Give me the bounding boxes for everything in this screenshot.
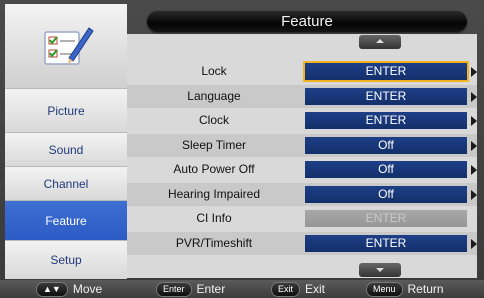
sidebar-item-label: Picture [47,104,85,118]
feature-row[interactable]: Auto Power Off Off [127,158,477,181]
chevron-right-icon [471,67,477,77]
feature-row-label: Sleep Timer [181,137,247,152]
feature-panel: Lock ENTER Language ENTER Clock ENTER Sleep Ti… [127,34,477,278]
exit-key-icon: Exit [271,281,301,297]
hint-enter: Enter Enter [156,281,225,297]
feature-row-label: Lock [201,64,227,78]
feature-row-value: ENTER [305,210,467,227]
menu-title-bar: Feature [147,11,467,32]
feature-row-label: Auto Power Off [173,162,255,176]
chevron-right-icon [471,238,477,249]
feature-row[interactable]: Lock ENTER [127,60,477,83]
feature-row-label: Hearing Impaired [167,186,261,201]
feature-row-value[interactable]: ENTER [305,63,467,80]
feature-row-label: Language [187,88,241,103]
feature-row-value[interactable]: ENTER [305,234,467,252]
feature-row[interactable]: Clock ENTER [127,109,477,132]
tv-menu-screen: Feature Picture Sound Channel Feature Setup … [0,0,484,298]
chevron-right-icon [471,140,477,151]
feature-row-value[interactable]: Off [305,185,467,203]
hint-move-label: Move [72,282,103,296]
feature-row[interactable]: CI Info ENTER [127,207,477,230]
feature-row-value[interactable]: ENTER [305,87,467,105]
feature-row-label: PVR/Timeshift [175,235,253,250]
scroll-down-button[interactable] [359,263,401,277]
feature-row[interactable]: Hearing Impaired Off [127,182,477,206]
feature-row[interactable]: Sleep Timer Off [127,133,477,157]
menu-key-icon: Menu [366,281,403,297]
sidebar-item-label: Setup [50,253,82,267]
hint-exit: Exit Exit [271,281,325,297]
feature-row-value[interactable]: Off [305,136,467,154]
scroll-up-button[interactable] [359,35,401,49]
chevron-up-icon [376,39,384,43]
sidebar-item-setup[interactable]: Setup [5,240,127,279]
sidebar-item-label: Sound [48,143,84,157]
sidebar-item-label: Channel [43,177,89,191]
enter-key-icon: Enter [156,281,192,297]
hint-move: ▲▼ Move [36,281,102,297]
chevron-down-icon [376,268,384,272]
hint-enter-label: Enter [196,282,226,296]
chevron-right-icon [471,91,477,102]
hint-exit-label: Exit [305,282,326,296]
updown-key-icon: ▲▼ [36,281,68,297]
feature-row-value[interactable]: ENTER [305,112,467,129]
hint-return-label: Return [407,282,444,296]
sidebar-item-label: Feature [45,214,87,228]
feature-row[interactable]: PVR/Timeshift ENTER [127,231,477,255]
checklist-pen-icon [44,27,94,65]
menu-title: Feature [281,13,333,30]
feature-row-value[interactable]: Off [305,161,467,178]
sidebar-item-picture[interactable]: Picture [5,88,127,133]
menu-sidebar: Picture Sound Channel Feature Setup [5,4,127,279]
feature-row-label: CI Info [196,211,232,225]
feature-icon-tile [5,4,127,88]
sidebar-item-sound[interactable]: Sound [5,132,127,167]
chevron-right-icon [471,189,477,200]
sidebar-item-feature[interactable]: Feature [5,200,127,241]
feature-row-label: Clock [198,113,229,127]
hint-return: Menu Return [366,281,444,297]
footer-hint-bar: ▲▼ Move Enter Enter Exit Exit Menu Retur… [0,280,484,298]
chevron-right-icon [471,165,477,175]
feature-row[interactable]: Language ENTER [127,84,477,108]
sidebar-item-channel[interactable]: Channel [5,166,127,201]
chevron-right-icon [471,116,477,126]
